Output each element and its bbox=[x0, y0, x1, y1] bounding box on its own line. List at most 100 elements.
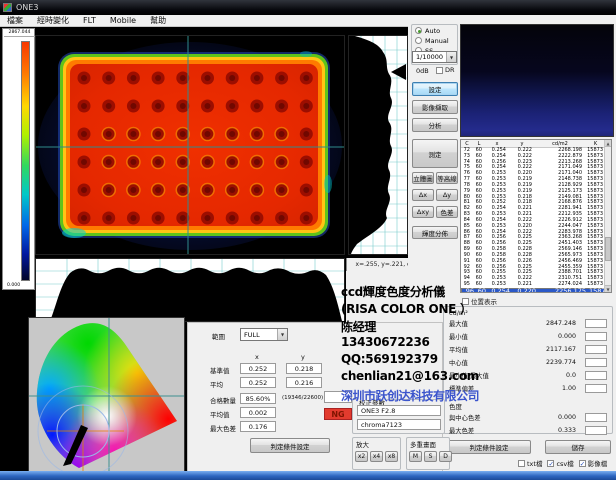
menu-item[interactable]: Mobile bbox=[103, 16, 143, 25]
exposure-mode-radio[interactable]: Auto bbox=[415, 26, 457, 35]
pass-count-detail: (19346/22600) bbox=[282, 395, 323, 401]
chevron-down-icon: ▼ bbox=[446, 52, 456, 62]
scrollbar-thumb bbox=[605, 237, 611, 261]
zoom-x8-button[interactable]: x8 bbox=[385, 451, 398, 462]
save-options: txt檔 ✓csv檔 ✓影像檔 bbox=[518, 458, 614, 468]
stat-row: 最大值 2847.248 bbox=[444, 317, 612, 330]
zoom-x4-button[interactable]: x4 bbox=[370, 451, 383, 462]
dr-checkbox[interactable]: DR bbox=[436, 66, 455, 74]
pass-count-label: 合格數量 bbox=[210, 395, 236, 405]
app-icon bbox=[3, 3, 12, 12]
max-diff-label: 最大色差 bbox=[210, 423, 236, 433]
zoom-label: 放大 bbox=[356, 439, 369, 449]
color-scale-bar bbox=[21, 41, 30, 281]
multiview-M-button[interactable]: M bbox=[409, 451, 422, 462]
multiview-S-button[interactable]: S bbox=[424, 451, 437, 462]
delta-x-button[interactable]: Δx bbox=[412, 189, 434, 201]
stat-row: 標準偏差 1.00 bbox=[444, 382, 612, 395]
menu-item[interactable]: FLT bbox=[76, 16, 103, 25]
stat-row: 最小值 0.000 bbox=[444, 330, 612, 343]
save-option-checkbox[interactable]: ✓影像檔 bbox=[579, 458, 608, 468]
average-x-field[interactable]: 0.252 bbox=[240, 377, 276, 388]
camera-preview[interactable] bbox=[460, 24, 614, 137]
radio-icon bbox=[415, 27, 422, 34]
multiview-group: 多重畫面 MSD bbox=[406, 437, 450, 470]
radio-icon bbox=[415, 37, 422, 44]
window-bottom-border bbox=[0, 471, 616, 480]
luminance-image[interactable] bbox=[35, 35, 345, 255]
checkbox-icon bbox=[518, 460, 525, 467]
menu-item[interactable]: 檔案 bbox=[0, 15, 30, 26]
zoom-group: 放大 x2x4x8 bbox=[352, 437, 401, 470]
stat-threshold-input[interactable] bbox=[585, 358, 607, 367]
save-button[interactable]: 儲存 bbox=[545, 440, 611, 454]
lens-field[interactable]: ONE3 F2.8 bbox=[357, 405, 441, 416]
col-x-header: x bbox=[255, 353, 259, 361]
stat-threshold-input[interactable] bbox=[585, 384, 607, 393]
measure-button[interactable]: 測定 bbox=[412, 139, 458, 168]
multiview-D-button[interactable]: D bbox=[439, 451, 452, 462]
stat-row: 平均值 2117.167 bbox=[444, 343, 612, 356]
scroll-down-icon: ▼ bbox=[605, 285, 611, 292]
scale-min-value: 0.000 bbox=[4, 283, 30, 288]
max-diff-field: 0.176 bbox=[240, 421, 276, 432]
stereo-button[interactable]: 立體圖 bbox=[412, 172, 434, 184]
table-row[interactable]: 96600.2540.2202256.17515873 bbox=[461, 288, 611, 293]
stats-group: cd/m² 最大值 2847.248 最小值 0.000 平均值 2117.16… bbox=[443, 306, 613, 434]
title-bar[interactable]: ONE3 bbox=[0, 0, 616, 15]
stat-threshold-input[interactable] bbox=[585, 413, 607, 422]
gain-label: 0dB bbox=[416, 67, 429, 75]
analyze-button[interactable]: 分析 bbox=[412, 118, 458, 132]
color-diff-button[interactable]: 色差 bbox=[436, 206, 458, 218]
reference-x-field[interactable]: 0.252 bbox=[240, 363, 276, 374]
menu-item[interactable]: 經時變化 bbox=[30, 15, 76, 26]
measurement-table[interactable]: CLxycd/m2K 72600.2540.2222268.1981587373… bbox=[460, 139, 612, 293]
average-y-field[interactable]: 0.216 bbox=[286, 377, 322, 388]
delta-y-button[interactable]: Δy bbox=[436, 189, 458, 201]
scroll-up-icon: ▲ bbox=[605, 140, 611, 147]
zoom-x2-button[interactable]: x2 bbox=[355, 451, 368, 462]
calibration-group: 校正參數 ONE3 F2.8 chroma7123 bbox=[352, 399, 445, 434]
table-body: 72600.2540.2222268.1981587373600.2540.22… bbox=[461, 148, 611, 288]
result-spare-box bbox=[324, 391, 352, 403]
table-scrollbar[interactable]: ▲ ▼ bbox=[604, 140, 611, 292]
reference-y-field[interactable]: 0.218 bbox=[286, 363, 322, 374]
exposure-mode-radio[interactable]: Manual bbox=[415, 36, 457, 45]
luminance-dist-button[interactable]: 輝度分佈 bbox=[412, 226, 458, 239]
stat-threshold-input[interactable] bbox=[585, 345, 607, 354]
avg-diff-label: 平均值 bbox=[210, 409, 230, 419]
avg-diff-field: 0.002 bbox=[240, 407, 276, 418]
chroma-profile-field[interactable]: chroma7123 bbox=[357, 419, 441, 430]
stat-row: 中心值 2239.774 bbox=[444, 356, 612, 369]
stat-threshold-input[interactable] bbox=[585, 319, 607, 328]
stat-threshold-input[interactable] bbox=[585, 426, 607, 435]
range-select[interactable]: FULL▼ bbox=[240, 328, 288, 341]
horizontal-profile-plot bbox=[35, 258, 345, 322]
stat-row: 最小值/最大值 0.0 bbox=[444, 369, 612, 382]
chroma-rows: 與中心色差 0.000 最大色差 0.333 bbox=[444, 411, 612, 437]
menu-item[interactable]: 幫助 bbox=[143, 15, 173, 26]
stat-threshold-input[interactable] bbox=[585, 332, 607, 341]
judge-condition-button[interactable]: 判定條件設定 bbox=[447, 440, 531, 454]
chroma-section-label: 色度 bbox=[444, 399, 612, 411]
stat-threshold-input[interactable] bbox=[585, 371, 607, 380]
set-button[interactable]: 設定 bbox=[412, 82, 458, 96]
checkbox-icon: ✓ bbox=[579, 460, 586, 467]
save-option-checkbox[interactable]: ✓csv檔 bbox=[547, 458, 573, 468]
range-label: 範圍 bbox=[212, 331, 225, 341]
checkbox-icon: ✓ bbox=[547, 460, 554, 467]
contour-button[interactable]: 等高線 bbox=[436, 172, 458, 184]
stat-row: 與中心色差 0.000 bbox=[444, 411, 612, 424]
save-option-checkbox[interactable]: txt檔 bbox=[518, 458, 542, 468]
cie-chromaticity-diagram[interactable] bbox=[28, 317, 185, 477]
capture-button[interactable]: 影像擷取 bbox=[412, 100, 458, 114]
stat-row: 最大色差 0.333 bbox=[444, 424, 612, 437]
position-display-checkbox[interactable]: 位置表示 bbox=[462, 296, 497, 306]
chromaticity-result-panel: 範圍 FULL▼ x y 基準值 0.252 0.218 平均 0.252 0.… bbox=[187, 322, 443, 472]
judge-condition-button-mid[interactable]: 判定條件設定 bbox=[250, 438, 330, 453]
chevron-down-icon: ▼ bbox=[277, 329, 287, 340]
ng-status-badge: NG bbox=[324, 408, 352, 420]
shutter-select[interactable]: 1/10000▼ bbox=[412, 51, 457, 63]
delta-xy-button[interactable]: Δxy bbox=[412, 206, 434, 218]
checkbox-icon bbox=[436, 67, 443, 74]
